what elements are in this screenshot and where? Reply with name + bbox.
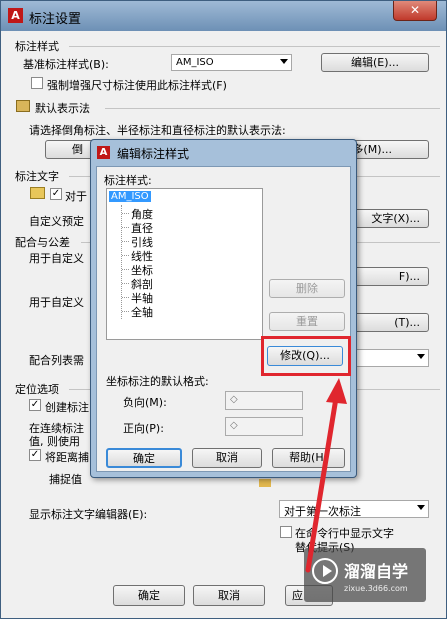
arrow-annotation: [305, 378, 347, 573]
